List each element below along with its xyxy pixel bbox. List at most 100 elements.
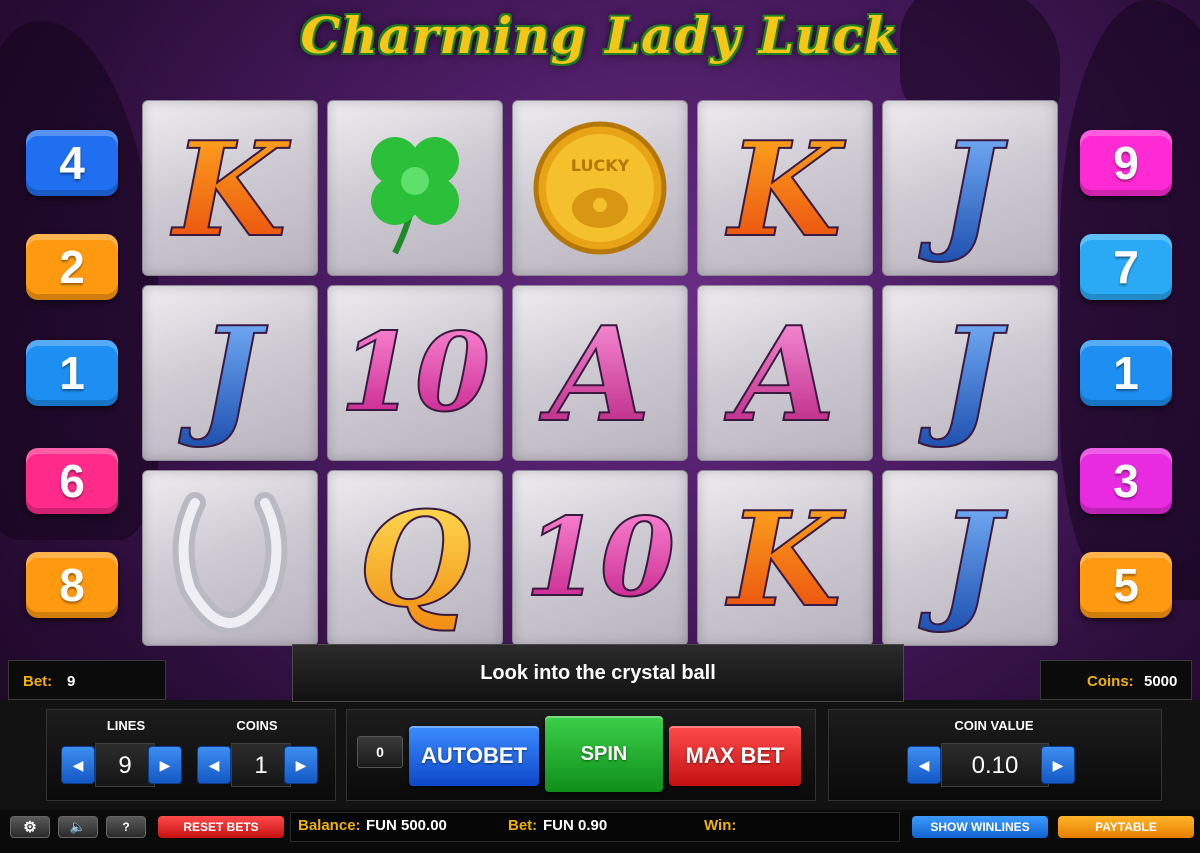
reel-grid: K LUCKY K J J 10 A A J Q 10 K J <box>142 100 1060 650</box>
right-line-badge-3[interactable]: 3 <box>1080 448 1172 514</box>
coin-value-label: COIN VALUE <box>954 718 1034 733</box>
left-line-badge-8[interactable]: 8 <box>26 552 118 618</box>
symbol-a-icon: A <box>538 298 652 448</box>
symbol-j-icon: J <box>917 483 1009 633</box>
symbol-j-icon: J <box>177 298 269 448</box>
left-line-badge-4[interactable]: 4 <box>26 130 118 196</box>
symbol-k-icon: K <box>169 113 293 263</box>
reel-cell-j: J <box>882 100 1058 276</box>
coin-value-decrease-button[interactable]: ◀ <box>907 746 941 784</box>
bet-display: Bet: 9 <box>8 660 166 700</box>
reel-cell-k: K <box>142 100 318 276</box>
paytable-button[interactable]: PAYTABLE <box>1058 816 1194 838</box>
svg-text:A: A <box>539 298 651 448</box>
arrow-right-icon: ▶ <box>159 756 171 773</box>
left-line-badge-1[interactable]: 1 <box>26 340 118 406</box>
svg-text:10: 10 <box>525 495 675 621</box>
symbol-horseshoe-icon <box>172 492 288 633</box>
coin-value-panel: COIN VALUE ◀ 0.10 ▶ <box>828 709 1162 801</box>
reel-cell-coin: LUCKY <box>512 100 688 276</box>
reel-cell-j: J <box>882 285 1058 461</box>
reel-cell-clover <box>327 100 503 276</box>
coins-stepper-value: 1 <box>231 743 291 787</box>
bet-label: Bet: <box>23 673 53 690</box>
symbol-10-icon: 10 <box>525 494 675 622</box>
speaker-icon: 🔈 <box>69 819 87 834</box>
symbol-j-icon: J <box>917 298 1009 448</box>
coins-decrease-button[interactable]: ◀ <box>197 746 231 784</box>
coins-stepper-label: COINS <box>236 718 278 733</box>
symbol-coin-icon: LUCKY <box>533 121 667 255</box>
reset-bets-button[interactable]: RESET BETS <box>158 816 284 838</box>
bottom-bet-label: Bet: <box>508 817 538 834</box>
svg-text:J: J <box>918 483 1008 633</box>
svg-text:K: K <box>725 113 847 263</box>
max-bet-button[interactable]: MAX BET <box>669 726 801 786</box>
reel-cell-k: K <box>697 470 873 646</box>
svg-text:Q: Q <box>358 483 471 633</box>
lines-increase-button[interactable]: ▶ <box>148 746 182 784</box>
arrow-left-icon: ◀ <box>918 756 930 773</box>
coins-value: 5000 <box>1144 673 1178 690</box>
balance-value: FUN 500.00 <box>366 817 447 834</box>
coin-value: 0.10 <box>941 743 1049 787</box>
autobet-button[interactable]: AUTOBET <box>409 726 539 786</box>
svg-text:J: J <box>918 298 1008 448</box>
reel-cell-10: 10 <box>512 470 688 646</box>
reel-cell-q: Q <box>327 470 503 646</box>
help-button[interactable]: ? <box>106 816 146 838</box>
reel-cell-j: J <box>142 285 318 461</box>
bottom-bet-value: FUN 0.90 <box>543 817 608 834</box>
message-box: Look into the crystal ball <box>292 644 904 702</box>
coins-increase-button[interactable]: ▶ <box>284 746 318 784</box>
settings-button[interactable]: ⚙ <box>10 816 50 838</box>
lines-decrease-button[interactable]: ◀ <box>61 746 95 784</box>
symbol-k-icon: K <box>724 483 848 633</box>
coin-lucky-text: LUCKY <box>571 156 630 175</box>
svg-text:K: K <box>725 483 847 633</box>
arrow-left-icon: ◀ <box>72 756 84 773</box>
coins-display: Coins: 5000 <box>1040 660 1192 700</box>
sound-button[interactable]: 🔈 <box>58 816 98 838</box>
reel-cell-horseshoe <box>142 470 318 646</box>
right-line-badge-5[interactable]: 5 <box>1080 552 1172 618</box>
lines-value: 9 <box>95 743 155 787</box>
arrow-right-icon: ▶ <box>1052 756 1064 773</box>
arrow-right-icon: ▶ <box>295 756 307 773</box>
lines-coins-panel: LINES COINS ◀ 9 ▶ ◀ 1 ▶ <box>46 709 336 801</box>
svg-text:K: K <box>170 113 292 263</box>
game-title: Charming Lady Luck <box>300 6 900 65</box>
spin-button[interactable]: SPIN <box>545 716 663 792</box>
reel-cell-10: 10 <box>327 285 503 461</box>
symbol-a-icon: A <box>723 298 837 448</box>
symbol-10-icon: 10 <box>340 309 490 437</box>
svg-text:J: J <box>178 298 268 448</box>
symbol-clover-icon <box>371 137 459 255</box>
bet-value: 9 <box>67 673 76 690</box>
gear-icon: ⚙ <box>23 819 37 836</box>
actions-panel: 0 AUTOBET SPIN MAX BET <box>346 709 816 801</box>
reel-cell-a: A <box>512 285 688 461</box>
right-line-badge-1[interactable]: 1 <box>1080 340 1172 406</box>
svg-text:10: 10 <box>340 310 490 436</box>
svg-text:J: J <box>918 113 1008 263</box>
reel-cell-k: K <box>697 100 873 276</box>
reel-cell-j: J <box>882 470 1058 646</box>
lines-label: LINES <box>106 718 146 733</box>
right-line-badge-7[interactable]: 7 <box>1080 234 1172 300</box>
right-line-badge-9[interactable]: 9 <box>1080 130 1172 196</box>
left-line-badge-6[interactable]: 6 <box>26 448 118 514</box>
symbol-j-icon: J <box>917 113 1009 263</box>
game-stage: Charming Lady Luck 42168 97135 K LUCKY K J J… <box>0 0 1200 853</box>
symbol-k-icon: K <box>724 113 848 263</box>
svg-text:A: A <box>724 298 836 448</box>
left-line-badge-2[interactable]: 2 <box>26 234 118 300</box>
symbol-q-icon: Q <box>357 483 472 633</box>
show-winlines-button[interactable]: SHOW WINLINES <box>912 816 1048 838</box>
coin-value-increase-button[interactable]: ▶ <box>1041 746 1075 784</box>
arrow-left-icon: ◀ <box>208 756 220 773</box>
win-label: Win: <box>704 817 737 834</box>
balance-label: Balance: <box>298 817 361 834</box>
autobet-count[interactable]: 0 <box>357 736 403 768</box>
coins-label: Coins: <box>1087 673 1134 690</box>
